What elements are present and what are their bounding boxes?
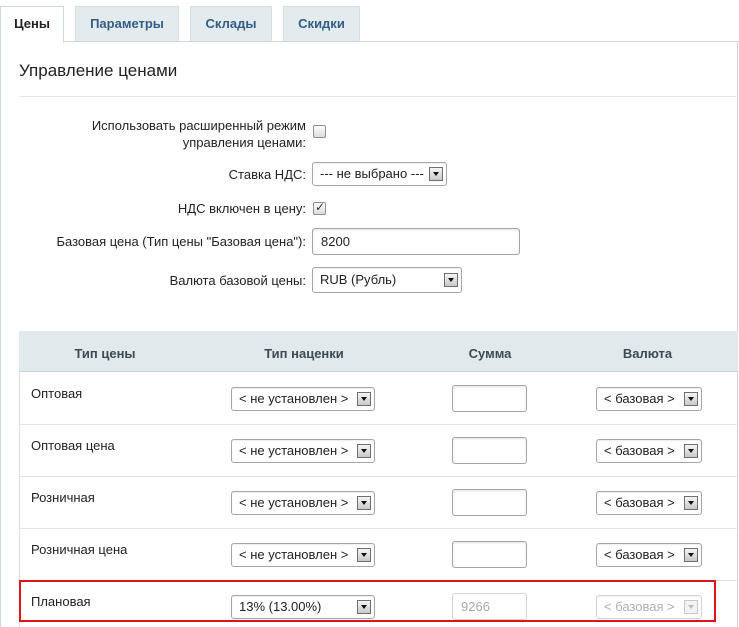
section-divider xyxy=(19,96,738,97)
chevron-down-icon xyxy=(357,392,371,406)
row-divider xyxy=(19,580,738,581)
chevron-down-icon xyxy=(444,273,458,287)
markup-value: < не установлен > xyxy=(239,495,349,510)
sum-input-retail-price[interactable] xyxy=(452,541,527,568)
row-label-retail: Розничная xyxy=(31,490,95,505)
row-divider xyxy=(19,424,738,425)
markup-select-wholesale[interactable]: < не установлен > xyxy=(231,387,375,411)
currency-value: < базовая > xyxy=(604,495,675,510)
row-label-planned: Плановая xyxy=(31,594,91,609)
chevron-down-icon xyxy=(357,444,371,458)
currency-select-retail-price[interactable]: < базовая > xyxy=(596,543,702,567)
row-label-wholesale-price: Оптовая цена xyxy=(31,438,115,453)
markup-select-planned[interactable]: 13% (13.00%) xyxy=(231,595,375,619)
markup-select-retail[interactable]: < не установлен > xyxy=(231,491,375,515)
markup-value: 13% (13.00%) xyxy=(239,599,322,614)
markup-select-retail-price[interactable]: < не установлен > xyxy=(231,543,375,567)
base-currency-select[interactable]: RUB (Рубль) xyxy=(312,267,462,293)
vat-included-label: НДС включен в цену: xyxy=(177,201,306,216)
vat-rate-value: --- не выбрано --- xyxy=(320,166,424,181)
advanced-mode-label: Использовать расширенный режим управлени… xyxy=(92,117,306,151)
chevron-down-icon xyxy=(684,444,698,458)
currency-select-wholesale[interactable]: < базовая > xyxy=(596,387,702,411)
checkmark-icon: ✓ xyxy=(315,200,326,214)
row-label-wholesale: Оптовая xyxy=(31,386,83,401)
currency-value: < базовая > xyxy=(604,391,675,406)
tab-discounts[interactable]: Скидки xyxy=(283,6,360,42)
base-currency-label: Валюта базовой цены: xyxy=(169,273,306,288)
header-sum: Сумма xyxy=(468,346,512,361)
header-markup-type: Тип наценки xyxy=(264,346,344,361)
sum-input-wholesale-price[interactable] xyxy=(452,437,527,464)
header-currency: Валюта xyxy=(622,346,673,361)
advanced-mode-label-line1: Использовать расширенный режим xyxy=(91,118,306,133)
markup-select-wholesale-price[interactable]: < не установлен > xyxy=(231,439,375,463)
advanced-mode-checkbox[interactable] xyxy=(313,125,326,138)
row-label-retail-price: Розничная цена xyxy=(31,542,128,557)
sum-input-planned: 9266 xyxy=(452,593,527,620)
tab-parameters[interactable]: Параметры xyxy=(75,6,179,42)
chevron-down-icon xyxy=(684,548,698,562)
vat-included-checkbox[interactable]: ✓ xyxy=(313,200,326,215)
chevron-down-icon xyxy=(684,600,698,614)
sum-input-wholesale[interactable] xyxy=(452,385,527,412)
chevron-down-icon xyxy=(357,548,371,562)
section-title: Управление ценами xyxy=(19,61,178,80)
chevron-down-icon xyxy=(429,167,443,181)
currency-value: < базовая > xyxy=(604,599,675,614)
header-price-type: Тип цены xyxy=(74,346,136,361)
vat-rate-select[interactable]: --- не выбрано --- xyxy=(312,162,447,186)
base-currency-value: RUB (Рубль) xyxy=(320,272,397,287)
vat-rate-label: Ставка НДС: xyxy=(228,167,306,182)
sum-input-retail[interactable] xyxy=(452,489,527,516)
tab-prices[interactable]: Цены xyxy=(0,6,64,43)
currency-value: < базовая > xyxy=(604,547,675,562)
base-price-input[interactable]: 8200 xyxy=(312,228,520,255)
chevron-down-icon xyxy=(684,392,698,406)
chevron-down-icon xyxy=(357,600,371,614)
chevron-down-icon xyxy=(684,496,698,510)
currency-select-retail[interactable]: < базовая > xyxy=(596,491,702,515)
markup-value: < не установлен > xyxy=(239,443,349,458)
advanced-mode-label-line2: управления ценами: xyxy=(182,135,306,150)
markup-value: < не установлен > xyxy=(239,547,349,562)
currency-value: < базовая > xyxy=(604,443,675,458)
markup-value: < не установлен > xyxy=(239,391,349,406)
tab-bar: Цены Параметры Склады Скидки xyxy=(0,0,739,43)
base-price-label: Базовая цена (Тип цены "Базовая цена"): xyxy=(56,234,306,249)
price-types-table xyxy=(19,331,738,627)
tab-warehouses[interactable]: Склады xyxy=(190,6,272,42)
row-divider xyxy=(19,528,738,529)
chevron-down-icon xyxy=(357,496,371,510)
currency-select-wholesale-price[interactable]: < базовая > xyxy=(596,439,702,463)
currency-select-planned: < базовая > xyxy=(596,595,702,619)
row-divider xyxy=(19,476,738,477)
